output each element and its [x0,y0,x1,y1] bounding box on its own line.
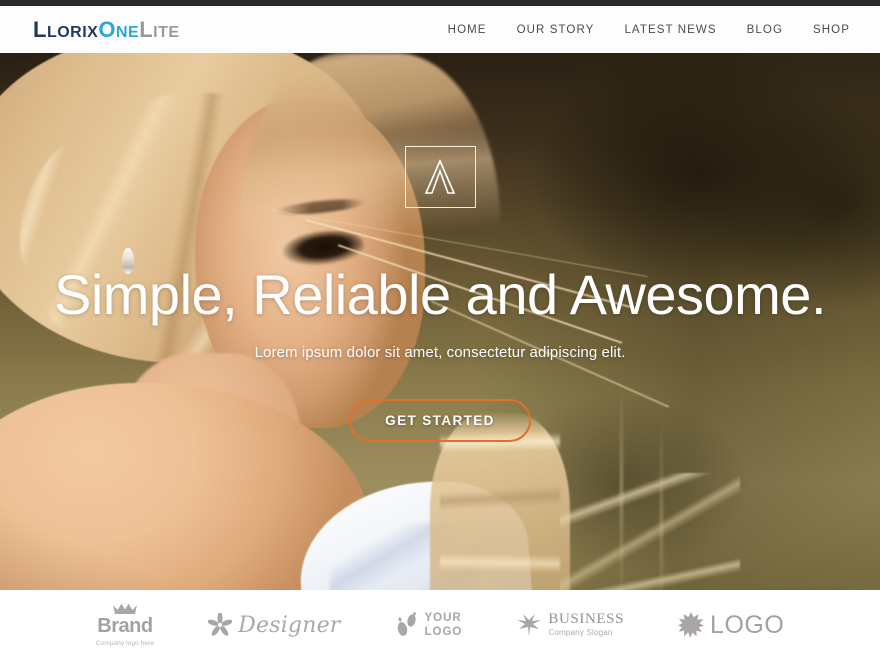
client-logo-your-logo[interactable]: YOUR LOGO [395,611,463,640]
lambda-a-outline-icon [422,157,458,197]
hero-badge [404,146,476,208]
client-logo-brand[interactable]: Brand Company logo here [96,603,154,647]
starburst-icon [678,612,705,638]
client-logo-word: LOGO [710,610,785,639]
get-started-button[interactable]: GET STARTED [349,398,531,442]
logo-part-llorix-cap: L [33,16,47,42]
client-business-name: BUSINESS [548,611,625,628]
client-logos-strip: Brand Company logo here Designer YOUR LO… [0,590,880,660]
main-navigation: HOME OUR STORY LATEST NEWS BLOG SHOP [448,24,850,36]
logo-part-one-cap: O [98,16,116,42]
hero-subtitle: Lorem ipsum dolor sit amet, consectetur … [254,343,626,361]
logo-part-lite-cap: L [139,16,154,42]
client-logo-designer[interactable]: Designer [208,613,340,638]
client-your-logo-line2: LOGO [424,626,463,638]
logo-part-llorix: lorix [46,23,99,41]
site-logo[interactable]: Llorix One Lite [33,16,180,42]
hero-content: Simple, Reliable and Awesome. Lorem ipsu… [0,53,880,590]
hero-section: Simple, Reliable and Awesome. Lorem ipsu… [0,53,880,590]
footprints-icon [395,612,419,638]
nav-item-home[interactable]: HOME [448,24,487,36]
client-brand-tagline: Company logo here [95,640,155,647]
nav-item-blog[interactable]: BLOG [747,24,783,36]
client-brand-name: Brand [97,615,153,637]
hero-title: Simple, Reliable and Awesome. [53,263,827,326]
site-header: Llorix One Lite HOME OUR STORY LATEST NEWS… [0,6,880,53]
client-your-logo-line1: YOUR [424,611,462,624]
logo-part-lite: ite [153,23,180,41]
nav-item-latest-news[interactable]: LATEST NEWS [624,24,716,36]
client-logo-logo[interactable]: LOGO [678,611,784,640]
leaf-icon [516,613,542,637]
nav-item-our-story[interactable]: OUR STORY [517,24,595,36]
crown-icon [112,603,138,615]
nav-item-shop[interactable]: SHOP [813,24,850,36]
logo-part-one: ne [115,23,140,41]
flower-pinwheel-icon [208,613,233,637]
client-business-tagline: Company Slogan [548,628,613,638]
client-your-logo-text: YOUR LOGO [425,611,463,640]
client-designer-name: Designer [238,612,341,638]
client-logo-business[interactable]: BUSINESS Company Slogan [516,612,624,637]
